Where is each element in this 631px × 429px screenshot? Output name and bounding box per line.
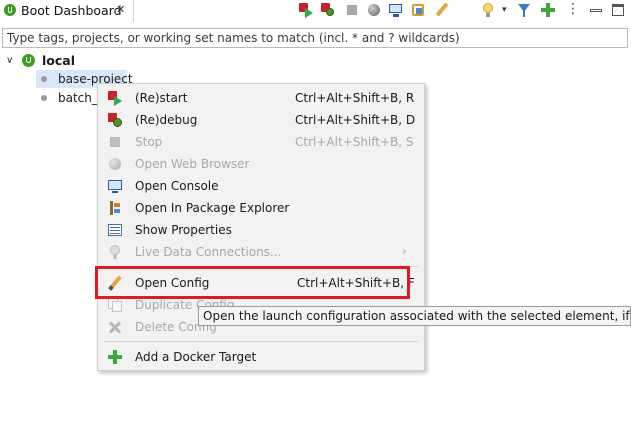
pencil-icon <box>107 275 123 291</box>
menu-item-shortcut: Ctrl+Alt+Shift+B, D <box>295 113 416 127</box>
spring-boot-icon <box>22 54 35 67</box>
menu-item-debug[interactable]: (Re)debug Ctrl+Alt+Shift+B, D <box>98 109 424 131</box>
context-menu: (Re)start Ctrl+Alt+Shift+B, R (Re)debug … <box>97 83 425 371</box>
menu-item-shortcut: Ctrl+Alt+Shift+B, S <box>295 135 414 149</box>
live-data-button[interactable] <box>480 2 496 18</box>
filter-button[interactable] <box>516 2 532 18</box>
tooltip: Open the launch configuration associated… <box>198 306 631 326</box>
delete-icon <box>107 319 123 335</box>
restart-icon <box>107 90 123 106</box>
properties-icon <box>107 222 123 238</box>
debug-button[interactable] <box>320 2 336 18</box>
status-dot-icon <box>41 95 47 101</box>
menu-separator <box>104 266 418 267</box>
console-icon <box>107 178 123 194</box>
menu-item-label: (Re)debug <box>135 113 198 127</box>
add-icon <box>107 349 123 365</box>
tree-item-batch[interactable]: batch_C <box>36 89 106 107</box>
submenu-arrow-icon: › <box>402 244 407 258</box>
add-target-button[interactable] <box>540 2 556 18</box>
menu-item-restart[interactable]: (Re)start Ctrl+Alt+Shift+B, R <box>98 87 424 109</box>
menu-item-label: Open Config <box>135 276 210 290</box>
menu-item-open-web-browser[interactable]: Open Web Browser <box>98 153 424 175</box>
menu-item-show-properties[interactable]: Show Properties <box>98 219 424 241</box>
view-tab-bar: Boot Dashboard ✕ ▾ ⋮ <box>0 0 631 22</box>
status-dot-icon <box>41 76 47 82</box>
tree-root-label[interactable]: local <box>42 53 75 68</box>
stop-icon <box>107 134 123 150</box>
spring-boot-icon <box>4 4 16 16</box>
stop-button[interactable] <box>344 2 360 18</box>
package-explorer-button[interactable] <box>410 2 426 18</box>
duplicate-icon <box>107 297 123 313</box>
globe-icon <box>107 156 123 172</box>
debug-icon <box>107 112 123 128</box>
open-config-button[interactable] <box>434 2 450 18</box>
menu-separator <box>104 341 418 342</box>
tooltip-text: Open the launch configuration associated… <box>203 309 630 323</box>
menu-item-label: Stop <box>135 135 163 149</box>
filter-field <box>2 28 628 48</box>
menu-item-label: Open Console <box>135 179 219 193</box>
tab-boot-dashboard[interactable]: Boot Dashboard ✕ <box>0 0 134 22</box>
menu-item-label: Add a Docker Target <box>135 350 257 364</box>
open-console-button[interactable] <box>388 2 404 18</box>
open-browser-button[interactable] <box>366 2 382 18</box>
menu-item-label: Open In Package Explorer <box>135 201 290 215</box>
view-menu-icon[interactable]: ⋮ <box>566 1 582 17</box>
menu-item-label: Live Data Connections... <box>135 245 282 259</box>
menu-item-label: (Re)start <box>135 91 188 105</box>
package-explorer-icon <box>107 200 123 216</box>
restart-button[interactable] <box>298 2 314 18</box>
tab-close-button[interactable]: ✕ <box>116 3 125 16</box>
menu-item-stop[interactable]: Stop Ctrl+Alt+Shift+B, S <box>98 131 424 153</box>
menu-item-open-console[interactable]: Open Console <box>98 175 424 197</box>
minimize-button[interactable] <box>588 2 604 18</box>
lightbulb-icon <box>107 244 123 260</box>
tab-title: Boot Dashboard <box>21 3 122 18</box>
menu-item-shortcut: Ctrl+Alt+Shift+B, R <box>295 91 415 105</box>
menu-item-label: Open Web Browser <box>135 157 250 171</box>
collapse-toggle-icon[interactable]: ∨ <box>6 55 13 66</box>
menu-item-shortcut: Ctrl+Alt+Shift+B, F <box>297 276 415 290</box>
menu-item-label: Show Properties <box>135 223 232 237</box>
menu-item-live-data-connections[interactable]: Live Data Connections... › <box>98 241 424 263</box>
filter-input[interactable] <box>5 30 617 46</box>
maximize-button[interactable] <box>610 2 626 18</box>
menu-item-open-package-explorer[interactable]: Open In Package Explorer <box>98 197 424 219</box>
menu-item-add-docker-target[interactable]: Add a Docker Target <box>98 346 424 368</box>
menu-item-open-config[interactable]: Open Config Ctrl+Alt+Shift+B, F <box>98 272 424 294</box>
